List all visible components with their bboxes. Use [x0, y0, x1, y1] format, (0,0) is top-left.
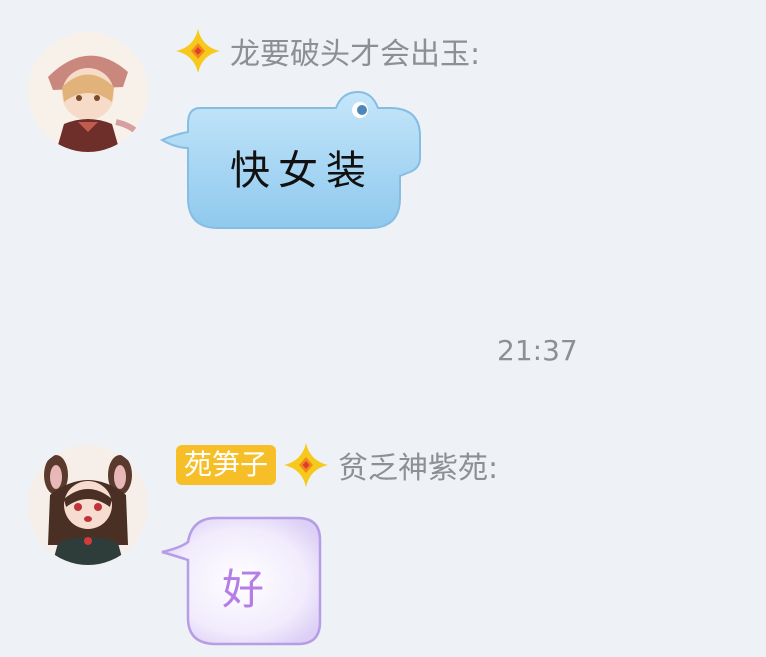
sender-name: 贫乏神紫苑: [338, 451, 499, 486]
star-badge-icon [284, 443, 329, 487]
avatar-image [28, 445, 148, 565]
sender-name-row: 苑笋子 贫乏神紫苑: [176, 440, 498, 490]
message-text: 好 [222, 565, 265, 614]
sender-avatar[interactable] [28, 445, 148, 565]
sender-avatar[interactable] [28, 32, 148, 152]
message-timestamp: 21:37 [497, 334, 578, 367]
sender-name-row: 龙要破头才会出玉: [174, 26, 480, 76]
message-bubble[interactable]: 好 [160, 514, 326, 650]
avatar-image [28, 32, 148, 152]
star-badge-icon [176, 29, 220, 73]
message-bubble[interactable]: 快女装 [158, 88, 426, 234]
message-text: 快女装 [230, 148, 374, 194]
sender-name: 龙要破头才会出玉: [230, 37, 481, 72]
member-title-badge: 苑笋子 [176, 445, 277, 485]
